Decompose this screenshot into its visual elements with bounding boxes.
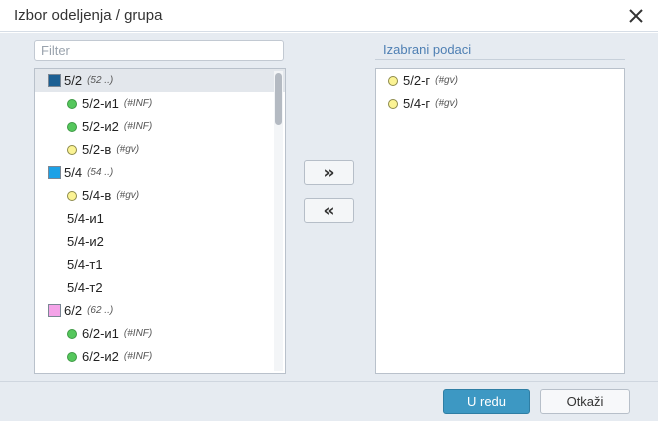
list-group-row[interactable]: 5/2 (52 ..) bbox=[35, 69, 285, 92]
available-list-scrollbar[interactable] bbox=[274, 71, 283, 371]
item-name: 6/2 bbox=[64, 303, 83, 318]
yellow-status-dot-icon bbox=[388, 98, 398, 109]
list-group-row[interactable]: 6/2 (62 ..) bbox=[35, 299, 285, 322]
list-item[interactable]: 5/4-г (#gv) bbox=[376, 92, 624, 115]
group-color-swatch bbox=[48, 166, 61, 179]
item-name: 6/2-и1 bbox=[82, 326, 119, 341]
item-name: 5/2-г bbox=[403, 73, 431, 88]
item-info: (#gv) bbox=[435, 98, 458, 109]
list-item[interactable]: 5/4-и1 bbox=[35, 207, 285, 230]
green-status-dot-icon bbox=[67, 98, 77, 109]
close-icon[interactable] bbox=[624, 4, 648, 28]
green-status-dot-icon bbox=[67, 121, 77, 132]
item-name: 5/2-и2 bbox=[82, 119, 119, 134]
selected-list-rows: 5/2-г (#gv) 5/4-г (#gv) bbox=[376, 69, 624, 115]
item-name: 5/2 bbox=[64, 73, 83, 88]
scrollbar-thumb[interactable] bbox=[275, 73, 282, 125]
item-name: 5/2-и1 bbox=[82, 96, 119, 111]
item-name: 5/4-в bbox=[82, 188, 112, 203]
cancel-button[interactable]: Otkaži bbox=[540, 389, 630, 414]
item-name: 5/2-в bbox=[82, 142, 112, 157]
filter-input[interactable] bbox=[34, 40, 284, 61]
available-list[interactable]: 5/2 (52 ..) 5/2-и1 (#INF) 5/2-и2 (#INF) 5/2-в (… bbox=[34, 68, 286, 374]
item-info: (54 ..) bbox=[87, 167, 114, 178]
list-item[interactable]: 5/2-и2 (#INF) bbox=[35, 115, 285, 138]
group-color-swatch bbox=[48, 304, 61, 317]
item-info: (#gv) bbox=[116, 190, 140, 201]
selected-list[interactable]: 5/2-г (#gv) 5/4-г (#gv) bbox=[375, 68, 625, 374]
list-item[interactable]: 5/4-и2 bbox=[35, 230, 285, 253]
item-info: (62 ..) bbox=[87, 305, 114, 316]
selected-list-title: Izabrani podaci bbox=[383, 42, 472, 57]
list-group-row[interactable]: 5/4 (54 ..) bbox=[35, 161, 285, 184]
list-item[interactable]: 5/2-и1 (#INF) bbox=[35, 92, 285, 115]
list-item[interactable]: 5/4-т2 bbox=[35, 276, 285, 299]
dialog-title: Izbor odeljenja / grupa bbox=[14, 7, 163, 24]
yellow-status-dot-icon bbox=[67, 144, 77, 155]
remove-selected-button[interactable]: « bbox=[304, 198, 354, 223]
item-info: (#INF) bbox=[123, 328, 153, 339]
item-name: 5/4-г bbox=[403, 96, 431, 111]
list-item[interactable]: 5/2-г (#gv) bbox=[376, 69, 624, 92]
item-info: (#INF) bbox=[123, 351, 153, 362]
item-name: 6/2-и2 bbox=[82, 349, 119, 364]
item-name: 5/4-т2 bbox=[67, 280, 103, 295]
green-status-dot-icon bbox=[67, 328, 77, 339]
green-status-dot-icon bbox=[67, 351, 77, 362]
ok-button[interactable]: U redu bbox=[443, 389, 530, 414]
item-info: (#gv) bbox=[116, 144, 140, 155]
item-info: (#gv) bbox=[435, 75, 458, 86]
list-item[interactable]: 5/4-в (#gv) bbox=[35, 184, 285, 207]
item-name: 5/4-и1 bbox=[67, 211, 104, 226]
item-name: 5/4-и2 bbox=[67, 234, 104, 249]
list-item[interactable]: 5/4-т1 bbox=[35, 253, 285, 276]
list-item[interactable]: 6/2-и1 (#INF) bbox=[35, 322, 285, 345]
item-name: 5/4-т1 bbox=[67, 257, 103, 272]
available-list-rows: 5/2 (52 ..) 5/2-и1 (#INF) 5/2-и2 (#INF) 5/2-в (… bbox=[35, 69, 285, 368]
list-item[interactable]: 6/2-и2 (#INF) bbox=[35, 345, 285, 368]
item-info: (52 ..) bbox=[87, 75, 114, 86]
item-info: (#INF) bbox=[123, 121, 153, 132]
add-selected-button[interactable]: » bbox=[304, 160, 354, 185]
yellow-status-dot-icon bbox=[67, 190, 77, 201]
item-name: 5/4 bbox=[64, 165, 83, 180]
yellow-status-dot-icon bbox=[388, 75, 398, 86]
group-color-swatch bbox=[48, 74, 61, 87]
item-info: (#INF) bbox=[123, 98, 153, 109]
list-item[interactable]: 5/2-в (#gv) bbox=[35, 138, 285, 161]
selected-list-divider bbox=[375, 59, 625, 60]
dialog-titlebar: Izbor odeljenja / grupa bbox=[0, 0, 658, 32]
